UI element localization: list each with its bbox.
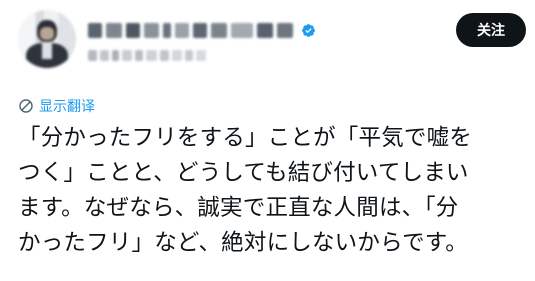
show-translation-label: 显示翻译 bbox=[39, 99, 95, 115]
show-translation-link[interactable]: 显示翻译 bbox=[18, 96, 95, 116]
handle-blurred[interactable] bbox=[88, 50, 206, 61]
post-text: 「分かったフリをする」ことが「平気で嘘を つく」ことと、どうしても結び付いてしま… bbox=[18, 125, 473, 256]
display-name-blurred[interactable] bbox=[88, 18, 316, 42]
verified-badge-icon bbox=[302, 23, 315, 37]
avatar[interactable] bbox=[18, 10, 76, 68]
follow-button[interactable]: 关注 bbox=[456, 13, 526, 47]
post-card: 关注 显示翻译 「分かったフリをする」ことが「平気で嘘を つく」ことと、どうして… bbox=[0, 0, 535, 281]
globe-icon bbox=[19, 99, 33, 113]
